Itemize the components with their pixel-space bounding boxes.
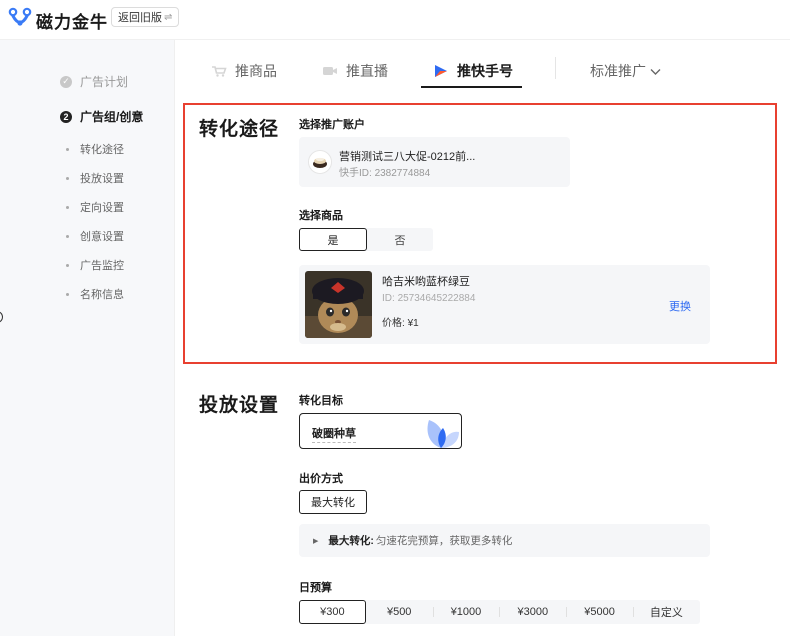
step-ad-plan[interactable]: ✓ 广告计划 [60, 73, 128, 90]
bullet-icon [66, 234, 69, 238]
product-price: 价格: ¥1 [382, 318, 419, 329]
step-label: 广告计划 [80, 75, 129, 89]
active-tab-indicator [421, 86, 522, 88]
substep-delivery-settings[interactable]: 投放设置 [66, 170, 124, 186]
change-product-link[interactable]: 更换 [669, 298, 691, 314]
account-avatar [308, 150, 332, 174]
bid-method-info[interactable]: ▶ 最大转化: 匀速花完预算，获取更多转化 [299, 524, 710, 557]
tab-label: 推商品 [235, 63, 277, 79]
budget-option-3000[interactable]: ¥3000 [499, 600, 566, 624]
substep-name-info[interactable]: 名称信息 [66, 286, 124, 302]
step-sidebar [0, 40, 175, 636]
substep-label: 广告监控 [80, 260, 124, 272]
bid-method-max-conversion[interactable]: 最大转化 [299, 490, 367, 514]
leaf-decoration-icon [419, 414, 461, 448]
tab-divider [555, 57, 556, 79]
cilijinniu-logo-icon [8, 7, 32, 34]
budget-option-500[interactable]: ¥500 [366, 600, 433, 624]
tab-label: 推直播 [346, 63, 388, 79]
cart-icon [211, 65, 227, 77]
swap-icon: ⇌ [164, 11, 173, 23]
bid-info-key: 最大转化: [328, 535, 374, 547]
toggle-no[interactable]: 否 [367, 228, 433, 251]
product-field-label: 选择商品 [299, 210, 343, 222]
live-icon [322, 65, 338, 77]
app-name: 磁力金牛 [36, 13, 108, 32]
budget-option-300[interactable]: ¥300 [299, 600, 366, 624]
chevron-down-icon [650, 63, 661, 79]
conversion-target-card[interactable]: 破圈种草 [299, 413, 462, 449]
substep-label: 名称信息 [80, 289, 124, 301]
kuaishou-play-icon [433, 64, 449, 78]
section-title-conversion: 转化途径 [199, 119, 280, 140]
tab-promote-product[interactable]: 推商品 [211, 61, 277, 81]
bullet-icon [66, 147, 69, 151]
return-old-version-button[interactable]: 返回旧版 ⇌ [111, 7, 180, 27]
bid-field-label: 出价方式 [299, 473, 343, 485]
step-number-icon: 2 [60, 110, 72, 123]
substep-creative-settings[interactable]: 创意设置 [66, 228, 124, 244]
app-logo[interactable]: 磁力金牛 [8, 7, 108, 34]
substep-conversion-path[interactable]: 转化途径 [66, 141, 124, 157]
promotion-account-card[interactable]: 营销测试三八大促-0212前... 快手ID: 2382774884 [299, 137, 570, 187]
budget-field-label: 日预算 [299, 582, 332, 594]
product-toggle: 是 否 [299, 228, 433, 251]
tab-promote-kuaishou-account[interactable]: 推快手号 [433, 61, 513, 81]
substep-label: 创意设置 [80, 231, 124, 243]
bid-info-text: 匀速花完预算，获取更多转化 [375, 535, 513, 547]
top-header: 磁力金牛 返回旧版 ⇌ [0, 0, 790, 40]
target-value: 破圈种草 [312, 425, 356, 443]
budget-option-custom[interactable]: 自定义 [632, 600, 700, 624]
budget-option-1000[interactable]: ¥1000 [432, 600, 500, 624]
substep-label: 投放设置 [80, 173, 124, 185]
bullet-icon [66, 263, 69, 267]
bullet-icon [66, 292, 69, 296]
substep-label: 定向设置 [80, 202, 124, 214]
product-id: ID: 25734645222884 [382, 293, 476, 304]
mode-select-label: 标准推广 [590, 63, 646, 79]
tab-promote-live[interactable]: 推直播 [322, 61, 388, 81]
toggle-yes[interactable]: 是 [299, 228, 367, 251]
expand-triangle-icon: ▶ [313, 537, 319, 545]
step-ad-group-creative[interactable]: 2 广告组/创意 [60, 108, 143, 125]
account-field-label: 选择推广账户 [299, 119, 365, 131]
bullet-icon [66, 205, 69, 209]
substep-label: 转化途径 [80, 144, 124, 156]
check-circle-icon: ✓ [60, 75, 72, 88]
step-label: 广告组/创意 [80, 110, 144, 124]
product-image [305, 271, 372, 338]
selected-product-card: 哈吉米哟蓝杯绿豆 ID: 25734645222884 价格: ¥1 更换 [299, 265, 710, 344]
daily-budget-options: ¥300 ¥500 ¥1000 ¥3000 ¥5000 自定义 [299, 600, 700, 624]
account-name: 营销测试三八大促-0212前... [339, 151, 476, 163]
old-version-label: 返回旧版 [118, 12, 162, 24]
target-field-label: 转化目标 [299, 395, 343, 407]
budget-option-5000[interactable]: ¥5000 [566, 600, 633, 624]
promotion-mode-select[interactable]: 标准推广 [590, 61, 661, 81]
account-id: 快手ID: 2382774884 [339, 168, 431, 179]
substep-targeting-settings[interactable]: 定向设置 [66, 199, 124, 215]
tab-label: 推快手号 [457, 63, 513, 79]
substep-ad-monitoring[interactable]: 广告监控 [66, 257, 124, 273]
section-title-delivery: 投放设置 [199, 395, 280, 416]
product-name: 哈吉米哟蓝杯绿豆 [382, 276, 470, 288]
bullet-icon [66, 176, 69, 180]
